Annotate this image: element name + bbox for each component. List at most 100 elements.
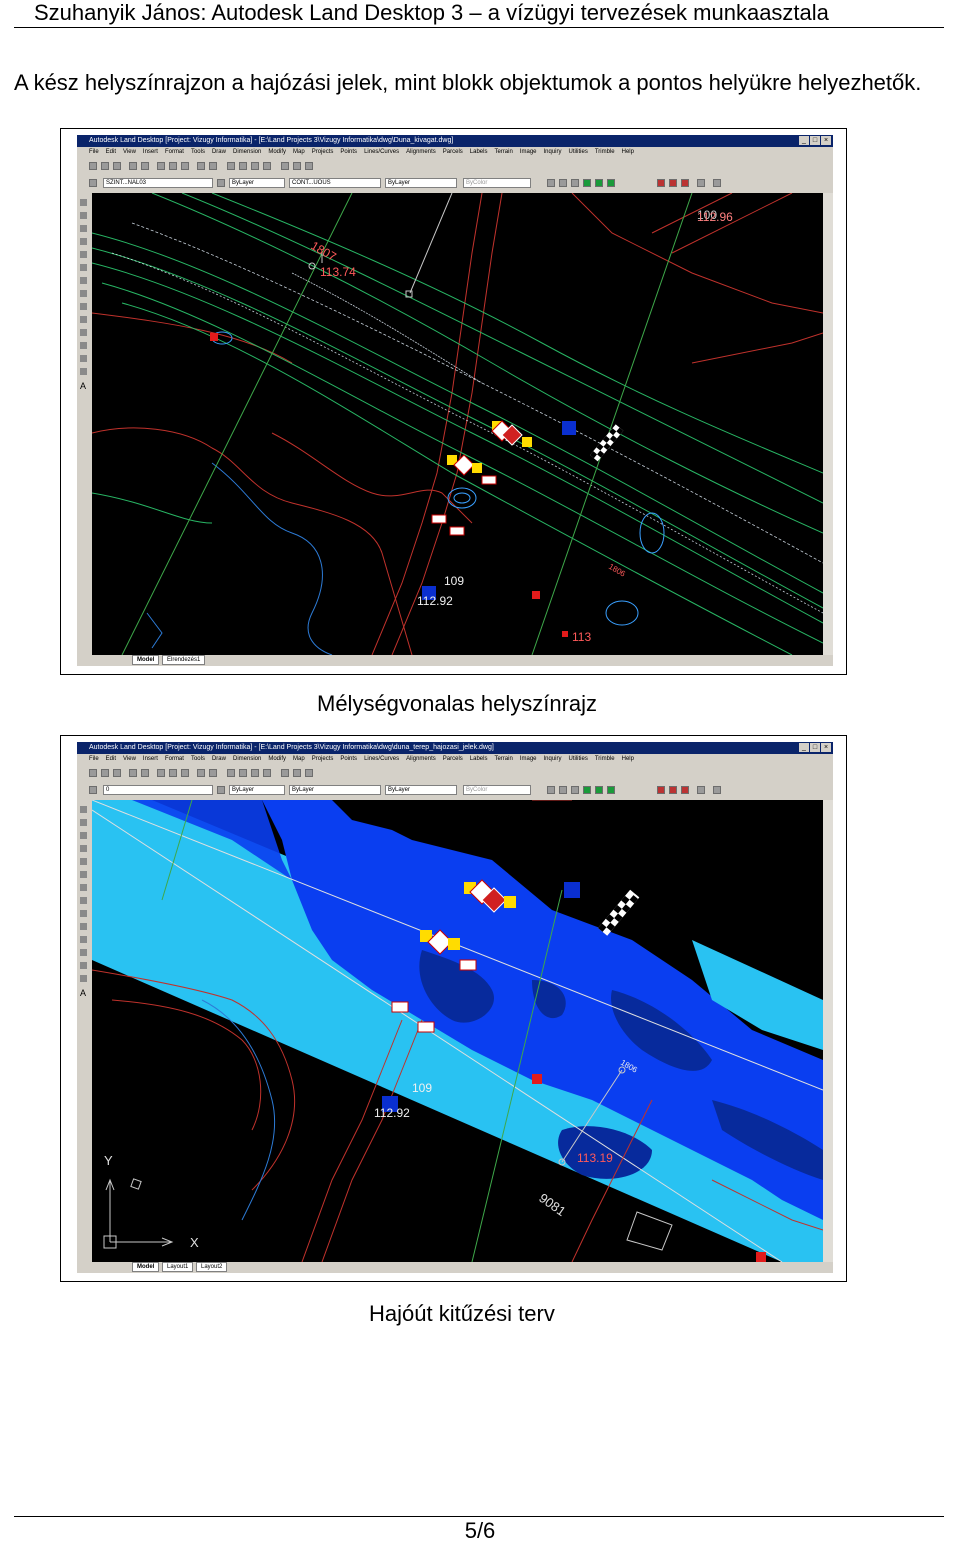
menu-view[interactable]: View bbox=[123, 147, 136, 158]
menu-inquiry[interactable]: Inquiry bbox=[544, 754, 562, 765]
new-icon[interactable] bbox=[89, 769, 97, 777]
new-icon[interactable] bbox=[89, 162, 97, 170]
3d-orbit-icon[interactable] bbox=[607, 786, 615, 794]
minimize-icon[interactable]: _ bbox=[799, 743, 809, 752]
design-center-icon[interactable] bbox=[293, 769, 301, 777]
menu-dimension[interactable]: Dimension bbox=[233, 754, 261, 765]
polygon-icon[interactable] bbox=[80, 238, 87, 245]
menu-insert[interactable]: Insert bbox=[143, 147, 158, 158]
menu-file[interactable]: File bbox=[89, 754, 99, 765]
circle-icon[interactable] bbox=[80, 884, 87, 891]
zoom-previous-icon[interactable] bbox=[263, 769, 271, 777]
spline-icon[interactable] bbox=[80, 290, 87, 297]
region-icon[interactable] bbox=[80, 368, 87, 375]
zoom-previous-icon[interactable] bbox=[263, 162, 271, 170]
linetype-combo[interactable]: ByLayer bbox=[289, 785, 381, 795]
zoom-window-icon[interactable] bbox=[251, 769, 259, 777]
preview-icon[interactable] bbox=[141, 769, 149, 777]
menu-view[interactable]: View bbox=[123, 754, 136, 765]
text-icon[interactable]: A bbox=[80, 381, 86, 391]
menu-dimension[interactable]: Dimension bbox=[233, 147, 261, 158]
hatch-icon[interactable] bbox=[80, 962, 87, 969]
open-icon[interactable] bbox=[101, 162, 109, 170]
help-icon[interactable] bbox=[305, 769, 313, 777]
copy-icon[interactable] bbox=[169, 162, 177, 170]
menu-alignments[interactable]: Alignments bbox=[406, 754, 436, 765]
zoom-icon[interactable] bbox=[239, 769, 247, 777]
tab-model[interactable]: Model bbox=[132, 1262, 160, 1272]
lineweight-combo[interactable]: ByLayer bbox=[385, 785, 457, 795]
region-icon[interactable] bbox=[80, 975, 87, 982]
arc-icon[interactable] bbox=[80, 871, 87, 878]
hatch-icon[interactable] bbox=[80, 355, 87, 362]
make-current-icon[interactable] bbox=[217, 786, 225, 794]
render-icon[interactable] bbox=[571, 786, 579, 794]
contour-icon[interactable] bbox=[681, 786, 689, 794]
tab-layout-1[interactable]: Layout1 bbox=[162, 1262, 194, 1272]
menu-trimble[interactable]: Trimble bbox=[595, 147, 615, 158]
menu-trimble[interactable]: Trimble bbox=[595, 754, 615, 765]
menu-points[interactable]: Points bbox=[340, 754, 357, 765]
3d-box-icon[interactable] bbox=[595, 786, 603, 794]
minimize-icon[interactable]: _ bbox=[799, 136, 809, 145]
print-icon[interactable] bbox=[129, 162, 137, 170]
undo-icon[interactable] bbox=[197, 769, 205, 777]
menu-utilities[interactable]: Utilities bbox=[569, 147, 588, 158]
menu-format[interactable]: Format bbox=[165, 754, 184, 765]
lineweight-combo[interactable]: ByLayer bbox=[385, 178, 457, 188]
rectangle-icon[interactable] bbox=[80, 251, 87, 258]
properties-icon[interactable] bbox=[281, 162, 289, 170]
make-block-icon[interactable] bbox=[80, 329, 87, 336]
pan-icon[interactable] bbox=[227, 769, 235, 777]
text-icon[interactable]: A bbox=[80, 988, 86, 998]
menu-tools[interactable]: Tools bbox=[191, 147, 205, 158]
view-icon[interactable] bbox=[547, 786, 555, 794]
circle-icon[interactable] bbox=[80, 277, 87, 284]
grid-icon[interactable] bbox=[713, 786, 721, 794]
menu-map[interactable]: Map bbox=[293, 754, 305, 765]
ellipse-icon[interactable] bbox=[80, 303, 87, 310]
menu-help[interactable]: Help bbox=[622, 754, 634, 765]
pointstyle-icon[interactable] bbox=[697, 179, 705, 187]
plotstyle-combo[interactable]: ByColor bbox=[463, 785, 531, 795]
3d-orbit-icon[interactable] bbox=[607, 179, 615, 187]
tab-layout-1[interactable]: Elrendezés1 bbox=[162, 655, 206, 665]
menu-lines-curves[interactable]: Lines/Curves bbox=[364, 754, 399, 765]
help-icon[interactable] bbox=[305, 162, 313, 170]
open-icon[interactable] bbox=[101, 769, 109, 777]
terrain-icon[interactable] bbox=[657, 179, 665, 187]
layer-combo[interactable]: SZINT...NAL03 bbox=[103, 178, 213, 188]
tab-layout-2[interactable]: Layout2 bbox=[196, 1262, 228, 1272]
maximize-icon[interactable]: □ bbox=[810, 743, 820, 752]
menu-utilities[interactable]: Utilities bbox=[569, 754, 588, 765]
menu-projects[interactable]: Projects bbox=[312, 754, 334, 765]
menu-format[interactable]: Format bbox=[165, 147, 184, 158]
menu-inquiry[interactable]: Inquiry bbox=[544, 147, 562, 158]
insert-block-icon[interactable] bbox=[80, 923, 87, 930]
menu-terrain[interactable]: Terrain bbox=[494, 147, 512, 158]
menu-edit[interactable]: Edit bbox=[106, 754, 116, 765]
spline-icon[interactable] bbox=[80, 897, 87, 904]
surface-icon[interactable] bbox=[669, 179, 677, 187]
polyline-icon[interactable] bbox=[80, 832, 87, 839]
vertical-scrollbar[interactable] bbox=[823, 193, 833, 655]
polygon-icon[interactable] bbox=[80, 845, 87, 852]
3d-solid-icon[interactable] bbox=[583, 786, 591, 794]
view-icon[interactable] bbox=[547, 179, 555, 187]
make-current-icon[interactable] bbox=[217, 179, 225, 187]
construction-line-icon[interactable] bbox=[80, 819, 87, 826]
line-icon[interactable] bbox=[80, 806, 87, 813]
terrain-icon[interactable] bbox=[657, 786, 665, 794]
print-icon[interactable] bbox=[129, 769, 137, 777]
polyline-icon[interactable] bbox=[80, 225, 87, 232]
paste-icon[interactable] bbox=[181, 769, 189, 777]
contour-icon[interactable] bbox=[681, 179, 689, 187]
3d-box-icon[interactable] bbox=[595, 179, 603, 187]
surface-icon[interactable] bbox=[669, 786, 677, 794]
vertical-scrollbar[interactable] bbox=[823, 800, 833, 1262]
cut-icon[interactable] bbox=[157, 162, 165, 170]
color-combo[interactable]: ByLayer bbox=[229, 785, 285, 795]
cut-icon[interactable] bbox=[157, 769, 165, 777]
layer-combo[interactable]: 0 bbox=[103, 785, 213, 795]
drawing-canvas[interactable]: 1807 113.74 109 112.92 100 112.96 1806 1… bbox=[92, 193, 823, 655]
